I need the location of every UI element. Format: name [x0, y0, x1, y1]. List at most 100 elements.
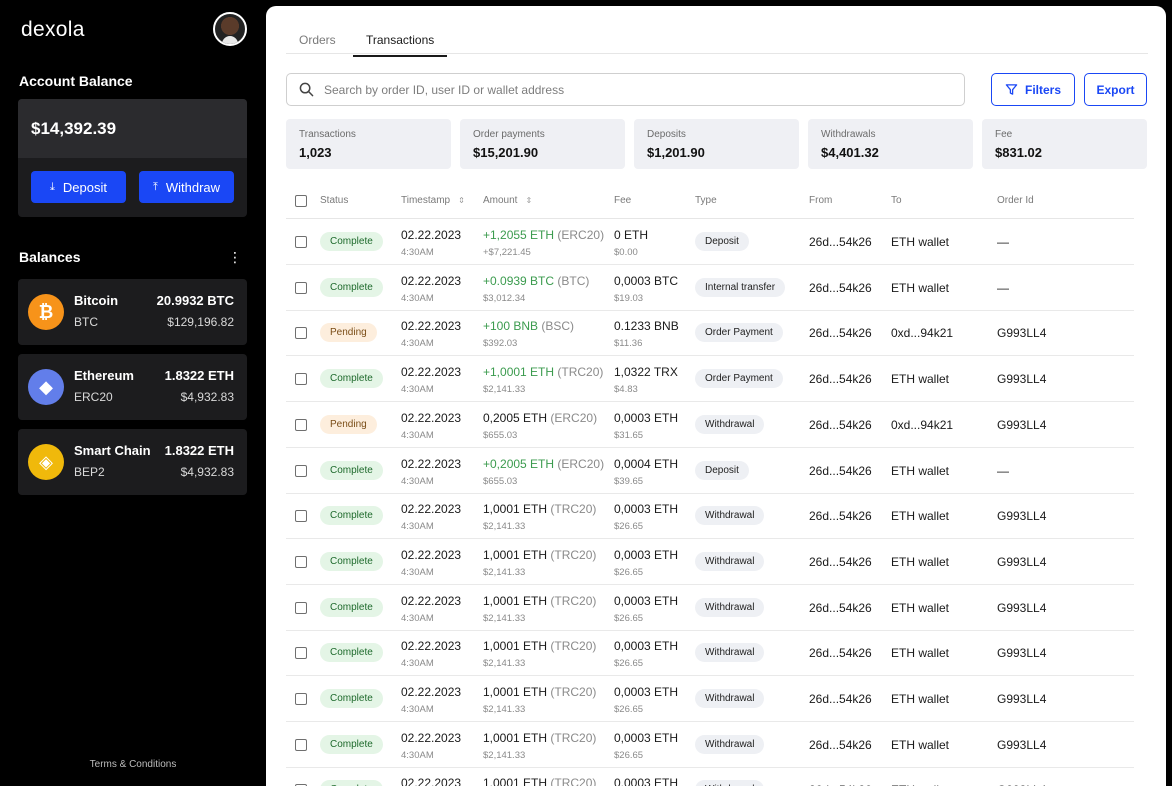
balance-card-erc20[interactable]: ◆ Ethereum ERC20 1.8322 ETH $4,932.83: [18, 354, 247, 420]
fee-value: 0,0003 ETH: [614, 639, 679, 654]
amount-network: (ERC20): [557, 228, 605, 242]
column-type: Type: [695, 195, 717, 206]
column-timestamp[interactable]: Timestamp ⇕: [401, 195, 465, 206]
tab-transactions[interactable]: Transactions: [353, 33, 448, 57]
row-checkbox[interactable]: [295, 373, 307, 386]
amount-usd: $2,141.33: [483, 704, 526, 715]
amount-value: 1,0001 ETH: [483, 639, 548, 654]
table-row[interactable]: Pending 02.22.2023 4:30AM 0,2005 ETH (ERC20…: [286, 402, 1134, 448]
avatar[interactable]: [213, 12, 247, 46]
fee-value: 0 ETH: [614, 228, 649, 242]
order-id: G993LL4: [997, 692, 1047, 706]
sort-icon[interactable]: ⇕: [458, 196, 465, 205]
status-badge: Complete: [320, 780, 383, 786]
row-checkbox[interactable]: [295, 601, 307, 614]
stat-label: Deposits: [647, 129, 686, 140]
row-checkbox[interactable]: [295, 647, 307, 660]
fee-usd: $26.65: [614, 521, 644, 533]
table-row[interactable]: Complete 02.22.2023 4:30AM 1,0001 ETH (TRC2…: [286, 493, 1134, 540]
main-panel: Orders Transactions Filters Export Trans…: [266, 6, 1166, 786]
timestamp-time: 4:30AM: [401, 658, 434, 670]
fee-value: 0,0003 ETH: [614, 776, 679, 786]
more-options-icon[interactable]: ⋮: [228, 250, 242, 264]
search-input[interactable]: [324, 82, 924, 97]
coin-usd-value: $129,196.82: [167, 315, 234, 329]
type-badge: Order Payment: [695, 369, 783, 389]
table-row[interactable]: Complete 02.22.2023 1,0001 ETH (TRC20) 0,00…: [286, 767, 1134, 786]
status-badge: Complete: [320, 369, 383, 389]
timestamp-time: 4:30AM: [401, 384, 434, 396]
order-id: G993LL4: [997, 646, 1047, 661]
stat-card: Withdrawals $4,401.32: [808, 119, 973, 169]
table-row[interactable]: Complete 02.22.2023 4:30AM +1,2055 ETH (ERC…: [286, 219, 1134, 265]
timestamp-date: 02.22.2023: [401, 456, 462, 471]
type-badge: Internal transfer: [695, 277, 786, 297]
search-bar[interactable]: [286, 73, 965, 106]
status-badge: Complete: [320, 506, 383, 526]
row-checkbox[interactable]: [295, 464, 307, 477]
amount-cell: 1,0001 ETH (TRC20): [483, 548, 596, 562]
type-badge: Withdrawal: [695, 414, 765, 434]
table-row[interactable]: Complete 02.22.2023 4:30AM 1,0001 ETH (TRC2…: [286, 676, 1134, 722]
row-checkbox[interactable]: [295, 418, 307, 431]
timestamp-date: 02.22.2023: [401, 319, 462, 334]
status-badge: Complete: [320, 460, 383, 480]
tab-orders[interactable]: Orders: [299, 33, 336, 55]
row-checkbox[interactable]: [295, 738, 307, 751]
amount-network: (ERC20): [550, 410, 598, 425]
app-logo[interactable]: dexola: [21, 18, 85, 42]
select-all-checkbox[interactable]: [295, 195, 307, 207]
balance-card-bep2[interactable]: ◈ Smart Chain BEP2 1.8322 ETH $4,932.83: [18, 429, 247, 495]
type-badge: Deposit: [695, 460, 749, 480]
amount-value: +100 BNB: [483, 319, 539, 334]
row-checkbox[interactable]: [295, 281, 307, 294]
sort-icon[interactable]: ⇕: [525, 196, 532, 205]
table-row[interactable]: Complete 02.22.2023 4:30AM +0,2005 ETH (ERC…: [286, 448, 1134, 494]
deposit-button[interactable]: ⤓ Deposit: [31, 171, 126, 203]
to-address: ETH wallet: [891, 280, 950, 295]
deposit-label: Deposit: [62, 179, 107, 195]
row-checkbox[interactable]: [295, 510, 307, 523]
fee-usd: $0.00: [614, 247, 638, 258]
amount-network: (TRC20): [557, 365, 604, 380]
terms-link[interactable]: Terms & Conditions: [0, 759, 266, 770]
amount-network: (TRC20): [550, 685, 597, 699]
amount-usd: $2,141.33: [483, 521, 526, 533]
table-row[interactable]: Complete 02.22.2023 4:30AM 1,0001 ETH (TRC2…: [286, 585, 1134, 631]
timestamp-time: 4:30AM: [401, 338, 434, 350]
account-balance-card: $14,392.39 ⤓ Deposit ⤒ Withdraw: [18, 99, 247, 217]
table-row[interactable]: Complete 02.22.2023 4:30AM 1,0001 ETH (TRC2…: [286, 630, 1134, 677]
filters-button[interactable]: Filters: [991, 73, 1075, 106]
timestamp-date: 02.22.2023: [401, 410, 462, 425]
from-address: 26d...54k26: [809, 692, 872, 706]
timestamp-time: 4:30AM: [401, 247, 434, 258]
coin-usd-value: $4,932.83: [180, 465, 234, 479]
to-address: 0xd...94k21: [891, 417, 954, 432]
to-address: ETH wallet: [891, 554, 950, 569]
fee-usd: $26.65: [614, 749, 644, 761]
column-amount[interactable]: Amount ⇕: [483, 195, 532, 206]
stat-label: Transactions: [299, 129, 356, 140]
order-id: —: [997, 463, 1009, 478]
download-icon: ⤓: [50, 180, 55, 193]
upload-icon: ⤒: [152, 180, 158, 193]
export-button[interactable]: Export: [1084, 73, 1147, 106]
balance-card-btc[interactable]: ₿ Bitcoin BTC 20.9932 BTC $129,196.82: [18, 279, 247, 345]
type-badge: Withdrawal: [695, 597, 765, 617]
from-address: 26d...54k26: [809, 600, 872, 615]
withdraw-button[interactable]: ⤒ Withdraw: [139, 171, 234, 203]
timestamp-date: 02.22.2023: [401, 593, 462, 608]
amount-usd: $2,141.33: [483, 566, 526, 578]
row-checkbox[interactable]: [295, 555, 307, 568]
row-checkbox[interactable]: [295, 693, 307, 705]
table-row[interactable]: Pending 02.22.2023 4:30AM +100 BNB (BSC) $39…: [286, 310, 1134, 357]
table-row[interactable]: Complete 02.22.2023 4:30AM 1,0001 ETH (TRC2…: [286, 722, 1134, 768]
order-id: G993LL4: [997, 600, 1047, 615]
row-checkbox[interactable]: [295, 327, 307, 340]
row-checkbox[interactable]: [295, 236, 307, 248]
table-row[interactable]: Complete 02.22.2023 4:30AM +1,0001 ETH (TRC…: [286, 356, 1134, 403]
table-row[interactable]: Complete 02.22.2023 4:30AM 1,0001 ETH (TRC2…: [286, 539, 1134, 585]
timestamp-date: 02.22.2023: [401, 685, 462, 699]
table-row[interactable]: Complete 02.22.2023 4:30AM +0.0939 BTC (BTC…: [286, 265, 1134, 311]
timestamp-time: 4:30AM: [401, 475, 434, 487]
